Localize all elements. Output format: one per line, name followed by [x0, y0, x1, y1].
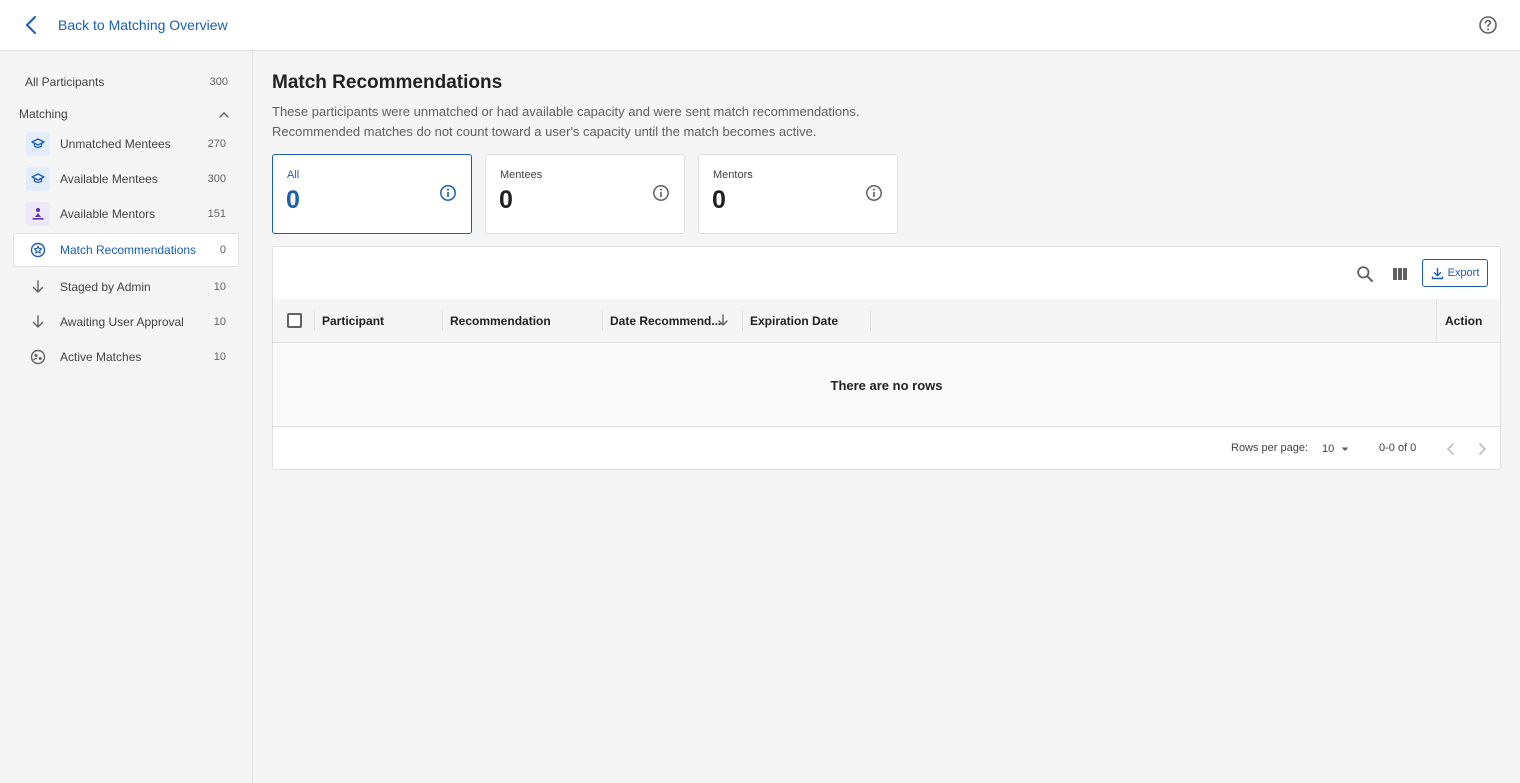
- top-bar: Back to Matching Overview: [0, 0, 1520, 51]
- sidebar-item-label: All Participants: [25, 75, 105, 89]
- column-separator[interactable]: [742, 311, 743, 331]
- page-description-line-2: Recommended matches do not count toward …: [272, 124, 817, 139]
- info-icon[interactable]: [865, 184, 883, 202]
- info-icon[interactable]: [652, 184, 670, 202]
- empty-state: There are no rows: [273, 344, 1500, 427]
- column-separator: [1436, 299, 1437, 343]
- next-page-button[interactable]: [1473, 440, 1491, 458]
- stat-value: 0: [712, 186, 726, 214]
- rows-per-page-select[interactable]: 10: [1322, 439, 1352, 459]
- select-all-checkbox[interactable]: [287, 313, 302, 328]
- sidebar-item-label: Unmatched Mentees: [60, 137, 171, 151]
- sidebar-item-count: 270: [207, 138, 226, 150]
- column-header-expiration-date[interactable]: Expiration Date: [750, 299, 838, 343]
- column-separator[interactable]: [442, 311, 443, 331]
- chevron-left-icon: [20, 14, 42, 36]
- sidebar-item-staged-by-admin[interactable]: Staged by Admin 10: [13, 270, 239, 304]
- sidebar-item-count: 0: [219, 244, 226, 256]
- help-icon[interactable]: [1478, 15, 1498, 35]
- rows-per-page-value: 10: [1322, 443, 1335, 455]
- chevron-up-icon: [219, 107, 229, 121]
- sidebar: All Participants 300 Matching Unmatched …: [0, 51, 253, 783]
- stat-card-mentors[interactable]: Mentors 0: [698, 154, 898, 234]
- mortarboard-icon: [26, 167, 50, 191]
- column-separator[interactable]: [314, 311, 315, 331]
- column-header-action: Action: [1445, 314, 1483, 328]
- stat-value: 0: [286, 186, 300, 214]
- export-label: Export: [1447, 267, 1480, 279]
- active-match-icon: [26, 345, 50, 369]
- page-title: Match Recommendations: [272, 72, 503, 93]
- sidebar-item-label: Available Mentees: [60, 172, 158, 186]
- sidebar-item-count: 10: [213, 281, 226, 293]
- chevron-right-icon: [1479, 443, 1486, 455]
- columns-icon[interactable]: [1390, 264, 1410, 284]
- section-label: Matching: [19, 107, 68, 121]
- page-description-line-1: These participants were unmatched or had…: [272, 104, 860, 119]
- sidebar-item-label: Awaiting User Approval: [60, 315, 184, 329]
- stat-card-mentees[interactable]: Mentees 0: [485, 154, 685, 234]
- stat-label: Mentors: [713, 169, 753, 181]
- sidebar-item-active-matches[interactable]: Active Matches 10: [13, 340, 239, 374]
- recommendation-icon: [26, 238, 50, 262]
- chevron-left-icon: [1447, 443, 1454, 455]
- column-separator[interactable]: [870, 311, 871, 331]
- download-icon: [1431, 267, 1443, 279]
- sidebar-item-label: Available Mentors: [60, 207, 156, 221]
- sidebar-item-label: Active Matches: [60, 350, 142, 364]
- back-label: Back to Matching Overview: [58, 17, 228, 33]
- sidebar-item-available-mentors[interactable]: Available Mentors 151: [13, 197, 239, 231]
- mortarboard-icon: [26, 132, 50, 156]
- rows-per-page-label: Rows per page:: [1231, 442, 1309, 454]
- sidebar-item-all-participants[interactable]: All Participants 300: [0, 69, 253, 95]
- search-icon[interactable]: [1355, 264, 1375, 284]
- sidebar-item-count: 300: [209, 76, 228, 88]
- mentor-icon: [26, 202, 50, 226]
- back-to-overview-button[interactable]: Back to Matching Overview: [20, 12, 228, 38]
- data-grid: Export Participant Recommendation Date R…: [272, 246, 1501, 470]
- sidebar-item-count: 10: [213, 316, 226, 328]
- sidebar-item-count: 300: [207, 173, 226, 185]
- sidebar-item-unmatched-mentees[interactable]: Unmatched Mentees 270: [13, 127, 239, 161]
- column-header-date-recommended[interactable]: Date Recommend...: [610, 299, 721, 343]
- previous-page-button[interactable]: [1442, 440, 1460, 458]
- caret-down-icon: [1341, 447, 1349, 451]
- sidebar-item-match-recommendations[interactable]: Match Recommendations 0: [13, 233, 239, 267]
- sidebar-item-label: Staged by Admin: [60, 280, 151, 294]
- column-header-recommendation[interactable]: Recommendation: [450, 299, 551, 343]
- table-pagination: Rows per page: 10 0-0 of 0: [273, 428, 1500, 470]
- stat-card-all[interactable]: All 0: [272, 154, 472, 234]
- table-header: Participant Recommendation Date Recommen…: [273, 299, 1500, 343]
- stat-label: All: [287, 169, 300, 181]
- sidebar-item-awaiting-user-approval[interactable]: Awaiting User Approval 10: [13, 305, 239, 339]
- pagination-range: 0-0 of 0: [1379, 442, 1417, 454]
- arrow-down-icon: [26, 310, 50, 334]
- stat-value: 0: [499, 186, 513, 214]
- column-separator[interactable]: [602, 311, 603, 331]
- sidebar-item-count: 10: [213, 351, 226, 363]
- export-button[interactable]: Export: [1422, 259, 1488, 287]
- sidebar-item-count: 151: [207, 208, 226, 220]
- column-header-participant[interactable]: Participant: [322, 299, 384, 343]
- sidebar-section-matching[interactable]: Matching: [0, 103, 253, 125]
- arrow-down-icon: [26, 275, 50, 299]
- sidebar-item-label: Match Recommendations: [60, 243, 197, 257]
- sidebar-item-available-mentees[interactable]: Available Mentees 300: [13, 162, 239, 196]
- stat-label: Mentees: [500, 169, 543, 181]
- sort-arrow-icon[interactable]: [716, 313, 730, 327]
- info-icon[interactable]: [439, 184, 457, 202]
